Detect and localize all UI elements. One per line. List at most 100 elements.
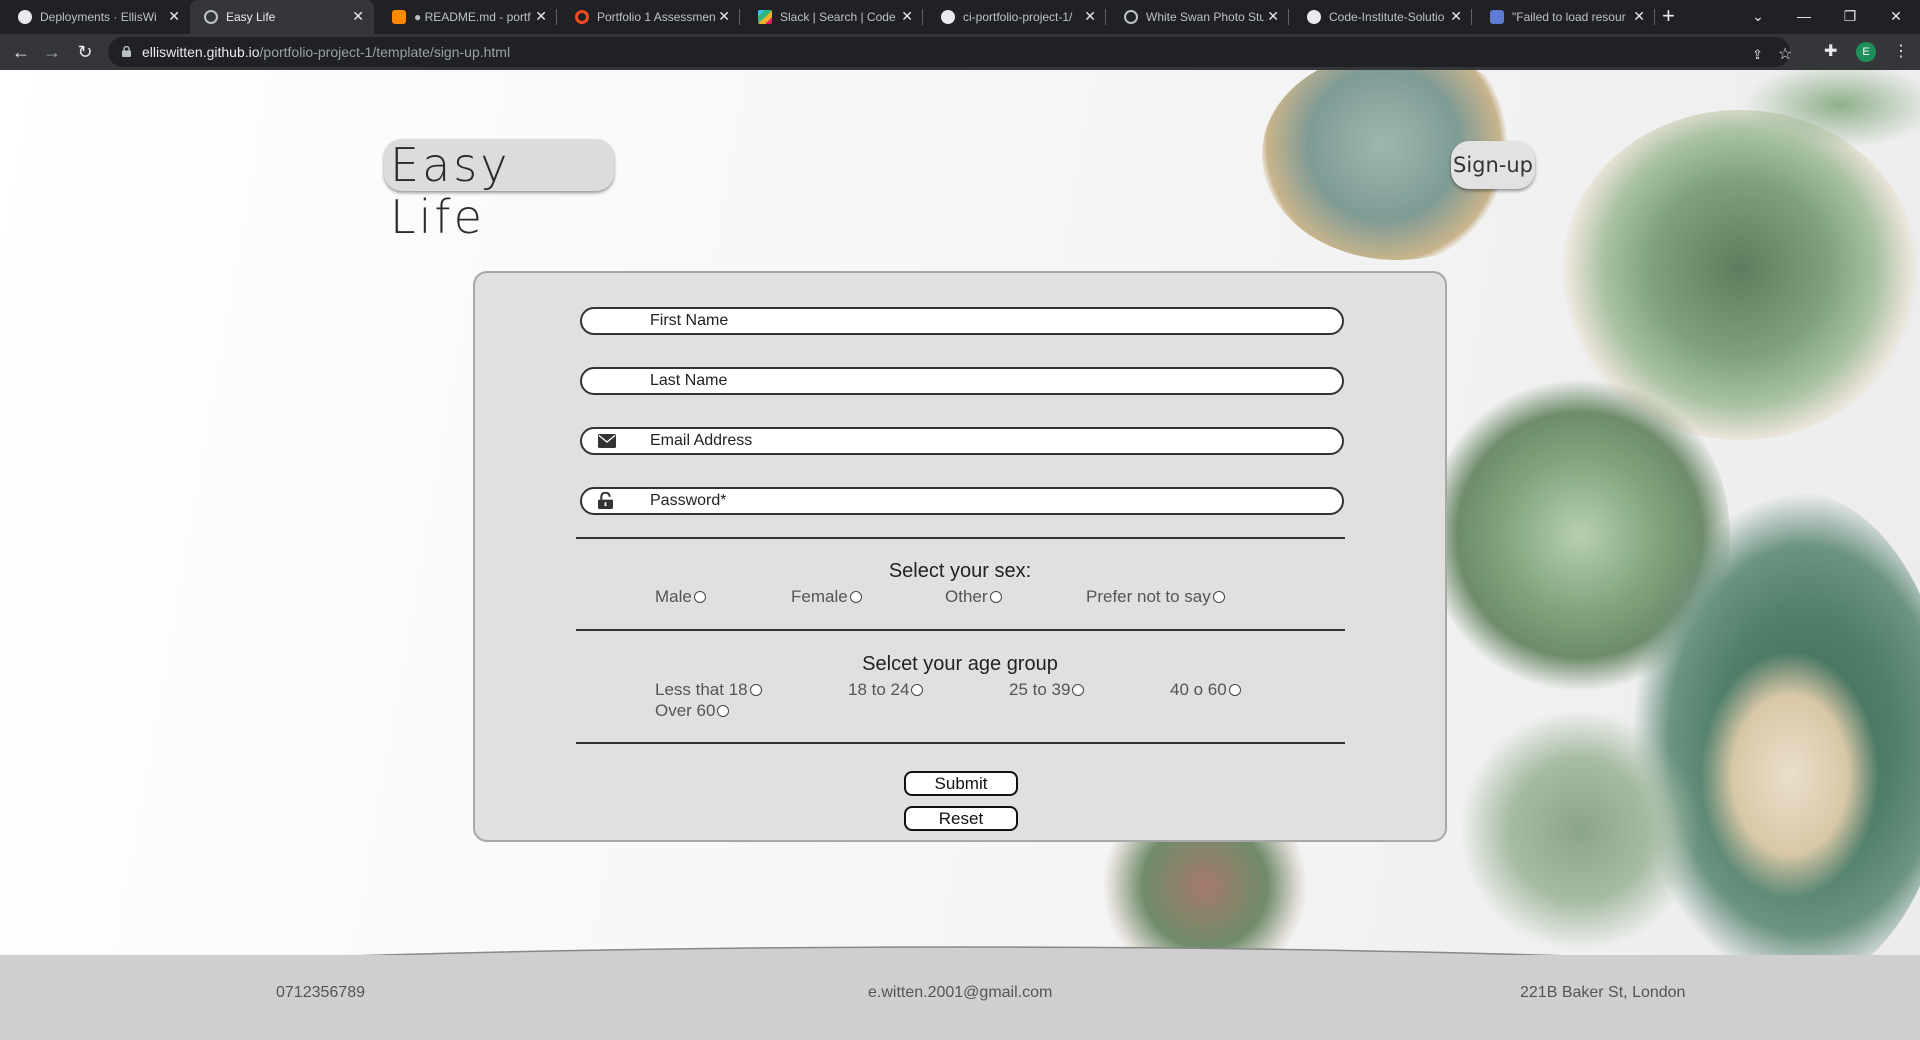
close-icon[interactable]: ✕ — [1633, 8, 1645, 24]
tab-search-icon[interactable]: ⌄ — [1738, 4, 1778, 28]
minimize-icon[interactable]: — — [1784, 4, 1824, 28]
extensions-icon[interactable]: ✚ — [1824, 42, 1837, 62]
radio-circle[interactable] — [989, 591, 1002, 603]
radio-age-under-18[interactable]: Less that 18 — [655, 680, 762, 700]
radio-circle[interactable] — [693, 591, 706, 603]
close-icon[interactable]: ✕ — [1084, 8, 1096, 24]
browser-tab[interactable]: Portfolio 1 Assessment ✕ — [557, 0, 740, 34]
url-host: elliswitten.github.io — [142, 44, 260, 60]
lock-icon — [122, 46, 131, 57]
tab-label: Code-Institute-Solutio — [1329, 10, 1445, 24]
radio-label: Female — [791, 587, 848, 606]
email-field[interactable]: Email Address — [580, 427, 1344, 455]
slack-icon — [758, 10, 772, 24]
age-section-title: Selcet your age group — [862, 653, 1058, 675]
page-viewport: Easy Life Sign-up First Name Last Name E… — [0, 70, 1920, 1040]
radio-label: Male — [655, 587, 692, 606]
tab-label: Deployments · EllisWi — [40, 10, 157, 24]
submit-button[interactable]: Submit — [904, 771, 1018, 796]
kebab-menu-icon[interactable]: ⋮ — [1893, 42, 1909, 62]
forward-arrow-icon[interactable]: → — [40, 40, 64, 64]
radio-age-40-60[interactable]: 40 o 60 — [1170, 680, 1241, 700]
radio-circle[interactable] — [1228, 684, 1241, 696]
tab-separator — [1654, 9, 1655, 25]
radio-male[interactable]: Male — [655, 587, 706, 607]
password-field[interactable]: Password* — [580, 487, 1344, 515]
radio-circle[interactable] — [749, 684, 762, 696]
browser-tab[interactable]: Code-Institute-Solutio ✕ — [1289, 0, 1472, 34]
radio-label: Less that 18 — [655, 680, 748, 699]
address-bar[interactable]: elliswitten.github.io/portfolio-project-… — [108, 37, 1792, 67]
globe-icon — [204, 10, 218, 24]
radio-label: 18 to 24 — [848, 680, 910, 699]
first-name-field[interactable]: First Name — [580, 307, 1344, 335]
signup-form: First Name Last Name Email Address Passw… — [473, 271, 1447, 842]
radio-label: 25 to 39 — [1009, 680, 1071, 699]
browser-tab-active[interactable]: Easy Life ✕ — [190, 0, 374, 34]
radio-circle[interactable] — [1072, 684, 1085, 696]
github-icon — [18, 10, 32, 24]
succulent-decoration — [1700, 650, 1880, 900]
divider — [576, 742, 1345, 744]
radio-circle[interactable] — [849, 591, 862, 603]
close-icon[interactable]: ✕ — [352, 8, 364, 24]
envelope-icon — [598, 434, 616, 448]
radio-circle[interactable] — [717, 705, 730, 717]
reload-icon[interactable]: ↻ — [73, 40, 97, 64]
browser-tab[interactable]: ● README.md - portf ✕ — [374, 0, 557, 34]
email-placeholder: Email Address — [650, 432, 753, 449]
browser-toolbar: ← → ↻ elliswitten.github.io/portfolio-pr… — [0, 34, 1920, 70]
radio-circle[interactable] — [911, 684, 924, 696]
tab-label: Easy Life — [226, 10, 276, 24]
people-icon — [1490, 10, 1504, 24]
sex-section-title: Select your sex: — [888, 560, 1032, 582]
restore-icon[interactable]: ❐ — [1830, 4, 1870, 28]
last-name-field[interactable]: Last Name — [580, 367, 1344, 395]
radio-age-18-24[interactable]: 18 to 24 — [848, 680, 924, 700]
radio-age-over-60[interactable]: Over 60 — [655, 701, 730, 721]
browser-tab[interactable]: White Swan Photo Stu ✕ — [1106, 0, 1289, 34]
github-icon — [941, 10, 955, 24]
close-icon[interactable]: ✕ — [1267, 8, 1279, 24]
footer-address: 221B Baker St, London — [1520, 984, 1686, 1001]
profile-avatar[interactable]: E — [1856, 42, 1876, 62]
back-arrow-icon[interactable]: ← — [9, 40, 33, 64]
reset-button[interactable]: Reset — [904, 806, 1018, 831]
github-icon — [1307, 10, 1321, 24]
browser-tab[interactable]: ci-portfolio-project-1/ ✕ — [923, 0, 1106, 34]
tab-label: ci-portfolio-project-1/ — [963, 10, 1073, 24]
bookmark-star-icon[interactable]: ☆ — [1778, 45, 1792, 65]
browser-tab[interactable]: Deployments · EllisWi ✕ — [0, 0, 190, 34]
footer-phone: 0712356789 — [276, 984, 365, 1001]
radio-other[interactable]: Other — [945, 587, 1002, 607]
divider — [576, 629, 1345, 631]
globe-icon — [1124, 10, 1138, 24]
close-icon[interactable]: ✕ — [1450, 8, 1462, 24]
close-icon[interactable]: ✕ — [718, 8, 730, 24]
tab-label: Portfolio 1 Assessment — [597, 10, 715, 24]
nav-signup-link[interactable]: Sign-up — [1451, 141, 1535, 189]
footer-email[interactable]: e.witten.2001@gmail.com — [868, 984, 1052, 1002]
radio-age-25-39[interactable]: 25 to 39 — [1009, 680, 1085, 700]
circle-icon — [575, 10, 589, 24]
radio-label: Prefer not to say — [1086, 587, 1211, 606]
close-icon[interactable]: ✕ — [535, 8, 547, 24]
new-tab-icon[interactable]: + — [1662, 4, 1675, 28]
browser-tab[interactable]: "Failed to load resour ✕ — [1472, 0, 1655, 34]
tab-label: "Failed to load resour — [1512, 10, 1626, 24]
share-icon[interactable]: ⇪ — [1752, 45, 1763, 65]
radio-female[interactable]: Female — [791, 587, 862, 607]
browser-tab[interactable]: Slack | Search | Code I ✕ — [740, 0, 923, 34]
close-icon[interactable]: ✕ — [901, 8, 913, 24]
succulent-decoration — [1450, 710, 1710, 950]
radio-circle[interactable] — [1212, 591, 1225, 603]
tab-label: ● README.md - portf — [414, 10, 531, 24]
radio-prefer-not-to-say[interactable]: Prefer not to say — [1086, 587, 1225, 607]
url-text: elliswitten.github.io/portfolio-project-… — [142, 44, 510, 60]
radio-label: Over 60 — [655, 701, 716, 720]
close-window-icon[interactable]: ✕ — [1876, 4, 1916, 28]
unlock-icon — [598, 492, 613, 509]
last-name-placeholder: Last Name — [650, 372, 728, 389]
close-icon[interactable]: ✕ — [168, 8, 180, 24]
site-logo[interactable]: Easy Life — [384, 139, 614, 243]
